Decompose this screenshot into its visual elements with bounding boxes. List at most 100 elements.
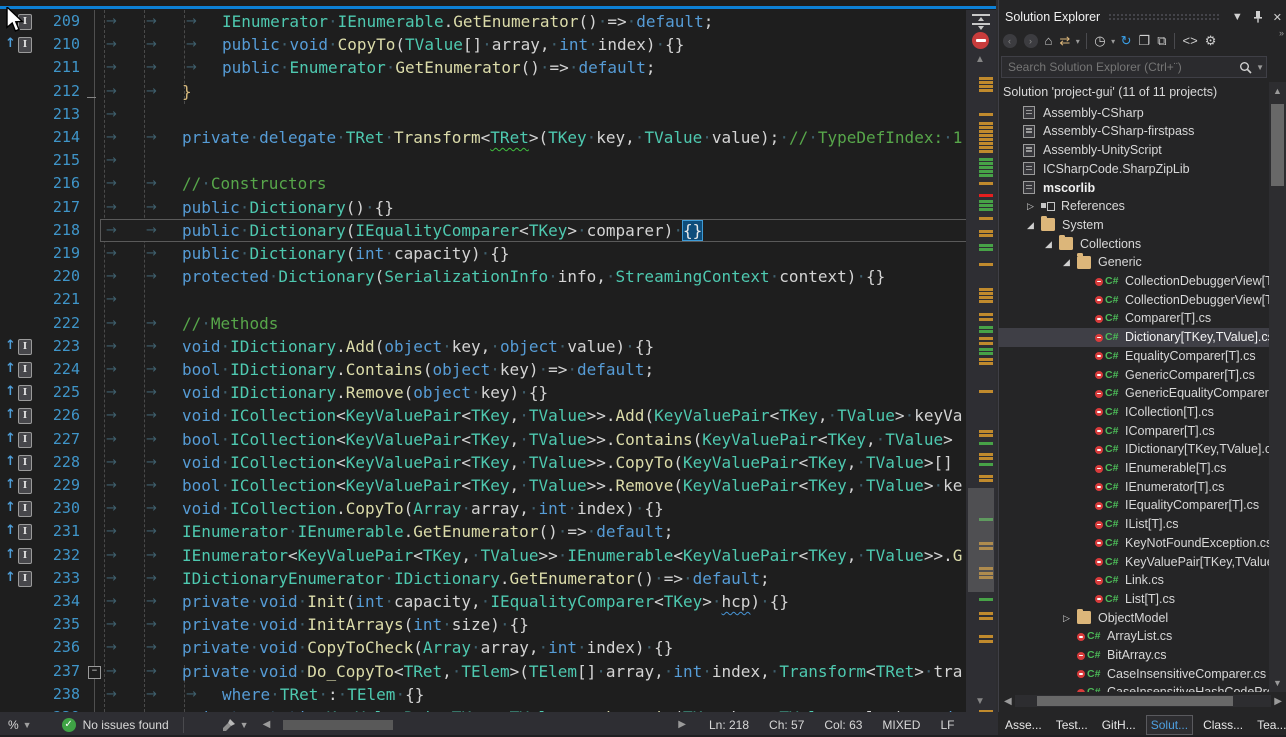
properties-wrench-icon[interactable]: ⚙ [1205, 32, 1217, 50]
line-number[interactable]: 216 [53, 172, 80, 195]
code-line-226[interactable]: →→void·ICollection<KeyValuePair<TKey,·TV… [100, 404, 966, 427]
gutter-row[interactable]: ↑I227 [0, 428, 94, 451]
override-up-arrow-icon[interactable]: ↑ [5, 547, 16, 563]
zoom-level-dropdown[interactable]: % [8, 718, 19, 732]
override-up-arrow-icon[interactable]: ↑ [5, 500, 16, 516]
line-number[interactable]: 217 [53, 196, 80, 219]
tool-window-tab-class[interactable]: Class... [1199, 716, 1247, 734]
history-icon[interactable]: ◷ [1094, 32, 1105, 50]
code-line-223[interactable]: →→void·IDictionary.Add(object·key,·objec… [100, 335, 966, 358]
fold-collapse-icon[interactable]: − [88, 666, 101, 679]
code-line-216[interactable]: →→//·Constructors [100, 172, 966, 195]
gutter-row[interactable]: ↑I210 [0, 33, 94, 56]
editor-vertical-scrollbar[interactable]: ▲ ▼ [966, 10, 996, 712]
expander-expanded-icon[interactable]: ◢ [1045, 235, 1057, 254]
line-number[interactable]: 224 [53, 358, 80, 381]
show-all-files-icon[interactable]: ⧉ [1157, 32, 1166, 50]
tree-item-comparer-t-cs[interactable]: C#Comparer[T].cs [999, 309, 1269, 328]
code-line-238[interactable]: →→→where·TRet·:·TElem·{} [100, 683, 966, 706]
expander-expanded-icon[interactable]: ◢ [1063, 253, 1075, 272]
override-up-arrow-icon[interactable]: ↑ [5, 523, 16, 539]
scrollbar-thumb[interactable] [968, 488, 994, 592]
tree-item-ienumerator-t-cs[interactable]: C#IEnumerator[T].cs [999, 478, 1269, 497]
tree-item-references[interactable]: ▷References [999, 197, 1269, 216]
interface-implementation-icon[interactable]: I [18, 524, 32, 540]
gutter-row[interactable]: 215 [0, 149, 94, 172]
interface-implementation-icon[interactable]: I [18, 385, 32, 401]
scrollbar-thumb[interactable] [1037, 696, 1233, 706]
code-line-210[interactable]: →→→public·void·CopyTo(TValue[]·array,·in… [100, 33, 966, 56]
gutter-row[interactable]: ↑I225 [0, 381, 94, 404]
gutter-row[interactable]: ↑I233 [0, 567, 94, 590]
line-number[interactable]: 220 [53, 265, 80, 288]
tree-item-ilist-t-cs[interactable]: C#IList[T].cs [999, 515, 1269, 534]
code-line-231[interactable]: →→IEnumerator·IEnumerable.GetEnumerator(… [100, 520, 966, 543]
code-line-222[interactable]: →→//·Methods [100, 312, 966, 335]
expander-collapsed-icon[interactable]: ▷ [1063, 609, 1075, 628]
line-number[interactable]: 211 [53, 56, 80, 79]
scrollbar-thumb[interactable] [283, 720, 393, 730]
gutter-row[interactable]: 238 [0, 683, 94, 706]
gutter-row[interactable]: ↑I232 [0, 544, 94, 567]
code-line-217[interactable]: →→public·Dictionary()·{} [100, 196, 966, 219]
dropdown-caret-icon[interactable]: ▾ [1076, 37, 1080, 46]
gutter-row[interactable]: ↑I230 [0, 497, 94, 520]
scroll-down-arrow-icon[interactable]: ▼ [1273, 678, 1282, 688]
scroll-up-arrow-icon[interactable]: ▲ [975, 54, 985, 65]
encoding-status[interactable]: MIXED [882, 718, 920, 732]
tree-item-collectiondebuggerview-t-u-cs[interactable]: C#CollectionDebuggerView[T,U].cs [999, 272, 1269, 291]
line-number[interactable]: 229 [53, 474, 80, 497]
gutter-row[interactable]: ↑I 229 [0, 474, 94, 497]
tree-item-icomparer-t-cs[interactable]: C#IComparer[T].cs [999, 422, 1269, 441]
interface-implementation-icon[interactable]: I [18, 478, 32, 494]
line-number[interactable]: 233 [53, 567, 80, 590]
code-line-214[interactable]: →→private·delegate·TRet·Transform<TRet>(… [100, 126, 966, 149]
gutter-row[interactable]: 235 [0, 613, 94, 636]
gutter-row[interactable]: 221 [0, 288, 94, 311]
override-up-arrow-icon[interactable]: ↑ [5, 407, 16, 423]
line-number[interactable]: 232 [53, 544, 80, 567]
gutter-row[interactable]: ↑I223 [0, 335, 94, 358]
clear-brush-icon[interactable] [222, 718, 236, 732]
code-line-220[interactable]: →→protected·Dictionary(SerializationInfo… [100, 265, 966, 288]
gutter-row[interactable]: 220 [0, 265, 94, 288]
tree-horizontal-scrollbar[interactable]: ◀ ▶ [1001, 694, 1285, 708]
tree-item-ienumerable-t-cs[interactable]: C#IEnumerable[T].cs [999, 459, 1269, 478]
code-line-232[interactable]: →→IEnumerator<KeyValuePair<TKey,·TValue>… [100, 544, 966, 567]
refresh-icon[interactable]: ↻ [1121, 32, 1132, 50]
window-position-chevron-icon[interactable]: ▼ [1232, 11, 1243, 23]
code-line-225[interactable]: →→void·IDictionary.Remove(object·key)·{} [100, 381, 966, 404]
close-icon[interactable]: ✕ [1273, 11, 1282, 24]
interface-implementation-icon[interactable]: I [18, 408, 32, 424]
expander-collapsed-icon[interactable]: ▷ [1027, 197, 1039, 216]
tree-item-bitarray-cs[interactable]: C#BitArray.cs [999, 646, 1269, 665]
code-line-235[interactable]: →→private·void·InitArrays(int·size)·{} [100, 613, 966, 636]
editor-horizontal-scrollbar[interactable] [275, 719, 673, 731]
line-number[interactable]: 213 [53, 103, 80, 126]
splitter-handle-icon[interactable] [971, 12, 991, 30]
scroll-left-arrow-icon[interactable]: ◀ [1004, 696, 1012, 707]
tool-window-tab-tea[interactable]: Tea... [1253, 716, 1286, 734]
collapse-all-icon[interactable]: ❐ [1139, 32, 1151, 50]
line-number[interactable]: 222 [53, 312, 80, 335]
code-line-221[interactable]: → [100, 288, 966, 311]
tree-item-caseinsensitivecomparer-cs[interactable]: C#CaseInsensitiveComparer.cs [999, 665, 1269, 684]
gutter-row[interactable]: 213 [0, 103, 94, 126]
toolbar-overflow-icon[interactable]: ›› [1279, 28, 1283, 38]
override-up-arrow-icon[interactable]: ↑ [5, 477, 16, 493]
gutter-row[interactable]: 234 [0, 590, 94, 613]
code-line-227[interactable]: →→bool·ICollection<KeyValuePair<TKey,·TV… [100, 428, 966, 451]
code-line-211[interactable]: →→→public·Enumerator·GetEnumerator()·=>·… [100, 56, 966, 79]
tree-item-collections[interactable]: ◢Collections [999, 235, 1269, 254]
scrollbar-thumb[interactable] [1271, 104, 1284, 186]
sync-with-active-document-icon[interactable]: ⇄ [1059, 32, 1070, 50]
gutter-row[interactable]: 214 [0, 126, 94, 149]
gutter-row[interactable]: ↑I231 [0, 520, 94, 543]
line-number[interactable]: 228 [53, 451, 80, 474]
character-status[interactable]: Ch: 57 [769, 718, 804, 732]
tree-item-iequalitycomparer-t-cs[interactable]: C#IEqualityComparer[T].cs [999, 496, 1269, 515]
code-viewport[interactable]: → →→IEnumerator·IEnumerable.GetEnumerator… [100, 10, 966, 712]
scroll-down-arrow-icon[interactable]: ▼ [975, 696, 985, 707]
dropdown-caret-icon[interactable]: ▾ [1111, 37, 1115, 46]
line-number[interactable]: 218 [53, 219, 80, 242]
